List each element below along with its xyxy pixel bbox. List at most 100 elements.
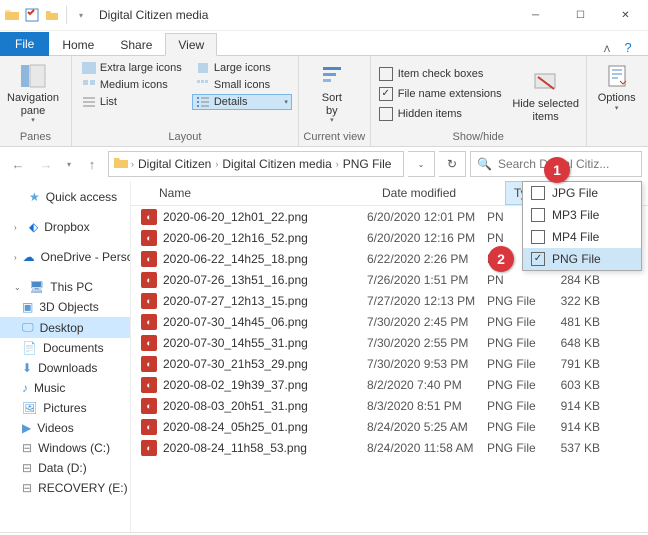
sidebar-windows-c[interactable]: ⊟Windows (C:) bbox=[0, 438, 130, 458]
addr-dropdown-icon[interactable]: ⌄ bbox=[408, 151, 435, 177]
sidebar-music[interactable]: ♪Music bbox=[0, 378, 130, 398]
file-row[interactable]: ◐ 2020-08-02_19h39_37.png8/2/2020 7:40 PM… bbox=[131, 374, 648, 395]
file-size: 791 KB bbox=[545, 357, 600, 371]
options-button[interactable]: Options ▾ bbox=[589, 58, 645, 113]
file-size: 914 KB bbox=[545, 420, 600, 434]
forward-button[interactable]: → bbox=[34, 152, 58, 176]
file-size: 284 KB bbox=[545, 273, 600, 287]
group-label-show-hide: Show/hide bbox=[373, 129, 584, 146]
file-type: PNG File bbox=[487, 336, 545, 350]
ribbon-tabs: File Home Share View ᐱ ? bbox=[0, 31, 648, 56]
sidebar-documents[interactable]: 📄Documents bbox=[0, 338, 130, 358]
tab-share[interactable]: Share bbox=[107, 33, 165, 56]
file-type: PNG File bbox=[487, 399, 545, 413]
file-size: 481 KB bbox=[545, 315, 600, 329]
breadcrumb[interactable]: › Digital Citizen› Digital Citizen media… bbox=[108, 151, 404, 177]
tab-view[interactable]: View bbox=[165, 33, 217, 56]
file-row[interactable]: ◐2020-07-30_14h55_31.png7/30/2020 2:55 P… bbox=[131, 332, 648, 353]
sidebar-3d-objects[interactable]: ▣3D Objects bbox=[0, 297, 130, 317]
file-size: 914 KB bbox=[545, 399, 600, 413]
checkbox-file-extensions[interactable]: ✓File name extensions bbox=[373, 84, 508, 104]
quick-access-toolbar: ▾ bbox=[0, 6, 93, 24]
qat-dropdown-icon[interactable]: ▾ bbox=[73, 7, 89, 23]
layout-large[interactable]: Large icons bbox=[192, 60, 292, 76]
help-icon[interactable]: ? bbox=[616, 40, 648, 55]
up-button[interactable]: ↑ bbox=[80, 152, 104, 176]
filter-option[interactable]: JPG File bbox=[523, 182, 641, 204]
file-name: 2020-06-20_12h16_52.png bbox=[163, 231, 367, 245]
file-row[interactable]: ◐2020-07-30_14h45_06.png7/30/2020 2:45 P… bbox=[131, 311, 648, 332]
ribbon: Navigation pane ▾ Panes Extra large icon… bbox=[0, 56, 648, 147]
layout-extra-large[interactable]: Extra large icons bbox=[78, 60, 188, 76]
file-row[interactable]: ◐ 2020-08-24_11h58_53.png8/24/2020 11:58 … bbox=[131, 437, 648, 458]
file-row[interactable]: ◐ 2020-07-26_13h51_16.png7/26/2020 1:51 P… bbox=[131, 269, 648, 290]
sidebar-videos[interactable]: ▶Videos bbox=[0, 418, 130, 438]
file-name: 2020-08-02_19h39_37.png bbox=[163, 378, 367, 392]
sidebar-pictures[interactable]: 🖼Pictures bbox=[0, 398, 130, 418]
maximize-button[interactable]: ☐ bbox=[558, 0, 603, 30]
file-date: 8/24/2020 5:25 AM bbox=[367, 420, 487, 434]
file-size: 322 KB bbox=[545, 294, 600, 308]
filter-option[interactable]: MP4 File bbox=[523, 226, 641, 248]
navigation-pane-button[interactable]: Navigation pane ▾ bbox=[2, 58, 64, 125]
layout-list[interactable]: List bbox=[78, 94, 188, 110]
png-file-icon: ◐ bbox=[141, 398, 157, 414]
checkbox-hidden-items[interactable]: Hidden items bbox=[373, 104, 508, 124]
collapse-ribbon-icon[interactable]: ᐱ bbox=[604, 44, 616, 55]
sort-by-button[interactable]: Sort by ▾ bbox=[301, 58, 363, 125]
file-name: 2020-07-30_14h45_06.png bbox=[163, 315, 367, 329]
hide-selected-button[interactable]: Hide selected items bbox=[508, 64, 584, 123]
type-filter-popup: JPG FileMP3 FileMP4 File✓PNG File bbox=[522, 181, 642, 271]
layout-details[interactable]: Details▾ bbox=[192, 94, 292, 110]
file-date: 7/27/2020 12:13 PM bbox=[367, 294, 487, 308]
properties-icon[interactable] bbox=[24, 7, 40, 23]
filter-option[interactable]: ✓PNG File bbox=[523, 248, 641, 270]
new-folder-icon[interactable] bbox=[44, 7, 60, 23]
sidebar-data-d[interactable]: ⊟Data (D:) bbox=[0, 458, 130, 478]
refresh-button[interactable]: ↻ bbox=[439, 151, 466, 177]
checkbox-icon bbox=[531, 230, 545, 244]
file-name: 2020-06-20_12h01_22.png bbox=[163, 210, 367, 224]
close-button[interactable]: ✕ bbox=[603, 0, 648, 30]
column-name[interactable]: Name bbox=[131, 186, 374, 200]
sidebar-this-pc[interactable]: ⌄🖥This PC bbox=[0, 277, 130, 297]
png-file-icon: ◐ bbox=[141, 272, 157, 288]
sidebar-recovery-e[interactable]: ⊟RECOVERY (E:) bbox=[0, 478, 130, 498]
group-label-panes: Panes bbox=[2, 129, 69, 146]
file-name: 2020-07-26_13h51_16.png bbox=[163, 273, 367, 287]
sidebar-dropbox[interactable]: ›⬖Dropbox bbox=[0, 217, 130, 237]
tab-home[interactable]: Home bbox=[49, 33, 107, 56]
file-date: 8/2/2020 7:40 PM bbox=[367, 378, 487, 392]
png-file-icon: ◐ bbox=[141, 356, 157, 372]
file-row[interactable]: ◐2020-08-24_05h25_01.png8/24/2020 5:25 A… bbox=[131, 416, 648, 437]
png-file-icon: ◐ bbox=[141, 440, 157, 456]
search-icon: 🔍 bbox=[477, 157, 492, 171]
file-date: 6/22/2020 2:26 PM bbox=[367, 252, 487, 266]
layout-medium[interactable]: Medium icons bbox=[78, 77, 188, 93]
file-row[interactable]: ◐2020-07-27_12h13_15.png7/27/2020 12:13 … bbox=[131, 290, 648, 311]
file-date: 7/30/2020 9:53 PM bbox=[367, 357, 487, 371]
sidebar-desktop[interactable]: 🖵Desktop bbox=[0, 317, 130, 338]
file-date: 7/26/2020 1:51 PM bbox=[367, 273, 487, 287]
checkbox-item-checkboxes[interactable]: Item check boxes bbox=[373, 64, 508, 84]
window-title: Digital Citizen media bbox=[93, 8, 513, 22]
back-button[interactable]: ← bbox=[6, 152, 30, 176]
checkbox-icon: ✓ bbox=[531, 252, 545, 266]
file-date: 8/24/2020 11:58 AM bbox=[367, 441, 487, 455]
file-name: 2020-08-24_11h58_53.png bbox=[163, 441, 367, 455]
file-date: 8/3/2020 8:51 PM bbox=[367, 399, 487, 413]
file-row[interactable]: ◐2020-08-03_20h51_31.png8/3/2020 8:51 PM… bbox=[131, 395, 648, 416]
file-type: PNG File bbox=[487, 357, 545, 371]
layout-small[interactable]: Small icons bbox=[192, 77, 292, 93]
minimize-button[interactable]: ─ bbox=[513, 0, 558, 30]
sidebar-downloads[interactable]: ⬇Downloads bbox=[0, 358, 130, 378]
folder-icon bbox=[4, 7, 20, 23]
sidebar-onedrive[interactable]: ›☁OneDrive - Person bbox=[0, 247, 130, 267]
tab-file[interactable]: File bbox=[0, 32, 49, 56]
recent-dropdown[interactable]: ▾ bbox=[62, 152, 76, 176]
file-row[interactable]: ◐2020-07-30_21h53_29.png7/30/2020 9:53 P… bbox=[131, 353, 648, 374]
png-file-icon: ◐ bbox=[141, 377, 157, 393]
column-date[interactable]: Date modified bbox=[374, 186, 505, 200]
sidebar-quick-access[interactable]: ★Quick access bbox=[0, 187, 130, 207]
filter-option[interactable]: MP3 File bbox=[523, 204, 641, 226]
